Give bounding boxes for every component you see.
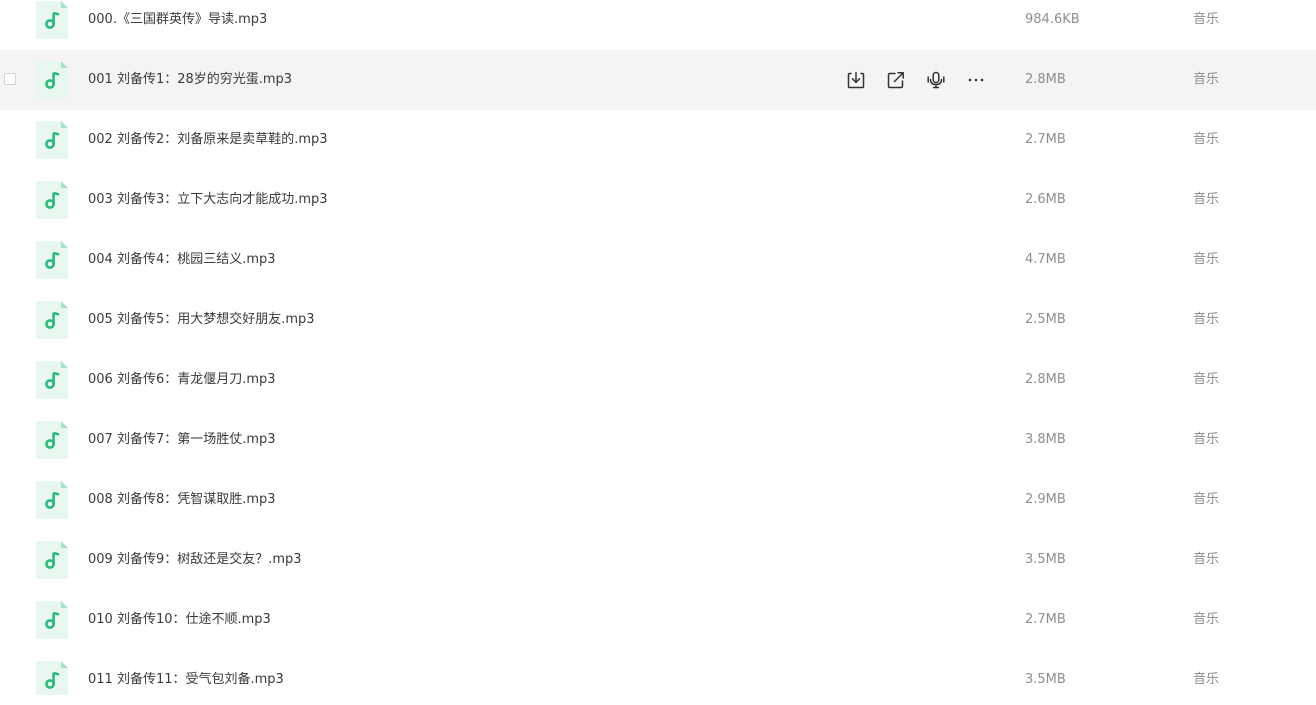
file-type: 音乐 (1193, 312, 1220, 327)
music-file-icon (36, 241, 68, 279)
file-type: 音乐 (1193, 252, 1220, 267)
file-row[interactable]: 008 刘备传8：凭智谋取胜.mp3 2.9MB 音乐 (0, 470, 1316, 530)
file-size: 3.8MB (1025, 432, 1066, 447)
file-name[interactable]: 010 刘备传10：仕途不顺.mp3 (88, 590, 271, 650)
file-name[interactable]: 011 刘备传11：受气包刘备.mp3 (88, 650, 284, 695)
file-size: 2.9MB (1025, 492, 1066, 507)
music-file-icon (36, 181, 68, 219)
file-row[interactable]: 004 刘备传4：桃园三结义.mp3 4.7MB 音乐 (0, 230, 1316, 290)
file-size: 2.5MB (1025, 312, 1066, 327)
music-file-icon (36, 301, 68, 339)
music-file-icon (36, 1, 68, 39)
file-type: 音乐 (1193, 612, 1220, 627)
file-name[interactable]: 004 刘备传4：桃园三结义.mp3 (88, 230, 276, 290)
music-file-icon (36, 601, 68, 639)
file-size: 3.5MB (1025, 672, 1066, 687)
file-name[interactable]: 003 刘备传3：立下大志向才能成功.mp3 (88, 170, 328, 230)
file-row[interactable]: 006 刘备传6：青龙偃月刀.mp3 2.8MB 音乐 (0, 350, 1316, 410)
music-file-icon (36, 61, 68, 99)
file-type: 音乐 (1193, 132, 1220, 147)
file-type: 音乐 (1193, 72, 1220, 87)
file-size: 4.7MB (1025, 252, 1066, 267)
file-row[interactable]: 002 刘备传2：刘备原来是卖草鞋的.mp3 2.7MB 音乐 (0, 110, 1316, 170)
file-row[interactable]: 009 刘备传9：树敌还是交友？.mp3 3.5MB 音乐 (0, 530, 1316, 590)
file-row[interactable]: 007 刘备传7：第一场胜仗.mp3 3.8MB 音乐 (0, 410, 1316, 470)
music-file-icon (36, 121, 68, 159)
music-file-icon (36, 421, 68, 459)
file-name[interactable]: 007 刘备传7：第一场胜仗.mp3 (88, 410, 276, 470)
file-size: 2.8MB (1025, 372, 1066, 387)
download-icon[interactable] (844, 68, 868, 92)
file-row[interactable]: 000.《三国群英传》导读.mp3 984.6KB 音乐 (0, 0, 1316, 50)
file-type: 音乐 (1193, 12, 1220, 27)
file-type: 音乐 (1193, 552, 1220, 567)
more-icon[interactable] (964, 68, 988, 92)
file-name[interactable]: 009 刘备传9：树敌还是交友？.mp3 (88, 530, 302, 590)
file-row[interactable]: 003 刘备传3：立下大志向才能成功.mp3 2.6MB 音乐 (0, 170, 1316, 230)
microphone-icon[interactable] (924, 68, 948, 92)
file-name[interactable]: 006 刘备传6：青龙偃月刀.mp3 (88, 350, 276, 410)
file-list: 000.《三国群英传》导读.mp3 984.6KB 音乐 001 刘备传1：28… (0, 0, 1316, 695)
file-row[interactable]: 010 刘备传10：仕途不顺.mp3 2.7MB 音乐 (0, 590, 1316, 650)
file-name[interactable]: 008 刘备传8：凭智谋取胜.mp3 (88, 470, 276, 530)
file-size: 2.7MB (1025, 132, 1066, 147)
music-file-icon (36, 541, 68, 579)
file-size: 2.8MB (1025, 72, 1066, 87)
file-size: 2.6MB (1025, 192, 1066, 207)
share-icon[interactable] (884, 68, 908, 92)
file-type: 音乐 (1193, 192, 1220, 207)
file-name[interactable]: 005 刘备传5：用大梦想交好朋友.mp3 (88, 290, 315, 350)
file-size: 984.6KB (1025, 12, 1080, 27)
music-file-icon (36, 361, 68, 399)
file-name[interactable]: 001 刘备传1：28岁的穷光蛋.mp3 (88, 50, 292, 110)
file-name[interactable]: 000.《三国群英传》导读.mp3 (88, 0, 267, 50)
file-row[interactable]: 005 刘备传5：用大梦想交好朋友.mp3 2.5MB 音乐 (0, 290, 1316, 350)
file-size: 2.7MB (1025, 612, 1066, 627)
file-row[interactable]: 011 刘备传11：受气包刘备.mp3 3.5MB 音乐 (0, 650, 1316, 695)
row-checkbox[interactable] (4, 73, 16, 85)
music-file-icon (36, 481, 68, 519)
file-type: 音乐 (1193, 672, 1220, 687)
file-type: 音乐 (1193, 492, 1220, 507)
file-type: 音乐 (1193, 372, 1220, 387)
file-name[interactable]: 002 刘备传2：刘备原来是卖草鞋的.mp3 (88, 110, 328, 170)
file-row[interactable]: 001 刘备传1：28岁的穷光蛋.mp3 2.8MB 音乐 (0, 50, 1316, 110)
music-file-icon (36, 661, 68, 695)
file-type: 音乐 (1193, 432, 1220, 447)
file-size: 3.5MB (1025, 552, 1066, 567)
